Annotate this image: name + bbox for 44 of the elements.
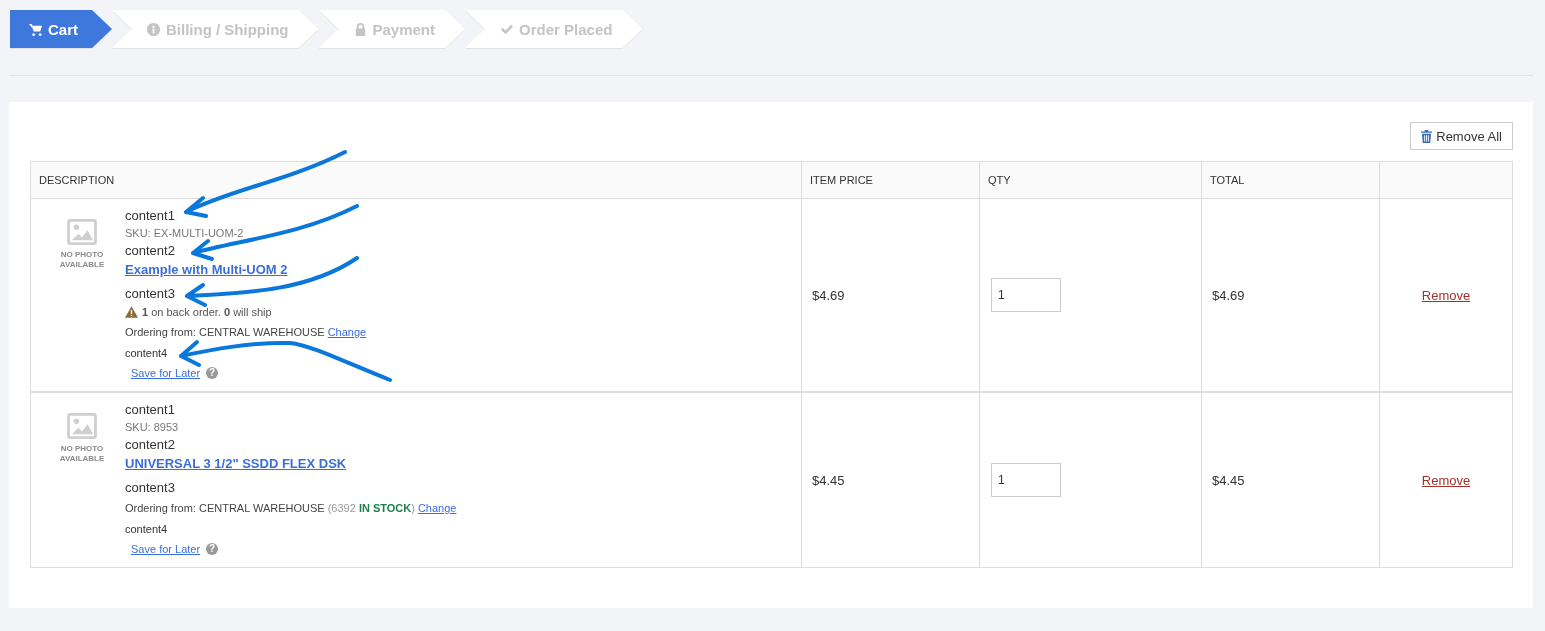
- image-icon: [67, 219, 97, 245]
- trash-icon: [1421, 129, 1433, 143]
- info-icon: [146, 21, 161, 37]
- sku-text: SKU: 8953: [125, 420, 179, 435]
- remove-link[interactable]: Remove: [1421, 287, 1471, 303]
- content-label: content1: [125, 207, 175, 225]
- content-label: content1: [125, 401, 175, 419]
- column-header: DESCRIPTION: [39, 174, 115, 186]
- product-link[interactable]: UNIVERSAL 3 1/2" SSDD FLEX DSK: [125, 454, 347, 474]
- line-total: $4.45: [1212, 472, 1245, 488]
- content-label: content3: [125, 479, 176, 497]
- save-for-later-link[interactable]: Save for Later: [131, 539, 201, 559]
- line-total: $4.69: [1212, 287, 1245, 303]
- content-label: content3: [125, 285, 176, 303]
- content-label: content4: [125, 522, 168, 537]
- backorder-text: 1 on back order. 0 will ship: [142, 305, 272, 320]
- checkout-step-tab[interactable]: Cart: [10, 10, 112, 48]
- change-link[interactable]: Change: [417, 497, 457, 519]
- content-label: content2: [125, 242, 175, 260]
- product-link[interactable]: Example with Multi-UOM 2: [125, 260, 288, 280]
- help-icon[interactable]: ?: [206, 543, 219, 555]
- qty-field[interactable]: 1: [991, 463, 1061, 497]
- remove-all-button[interactable]: Remove All: [1410, 122, 1513, 150]
- sku-text: SKU: EX-MULTI-UOM-2: [125, 226, 244, 241]
- column-header: ITEM PRICE: [810, 174, 873, 186]
- item-price: $4.45: [812, 472, 845, 488]
- stock-text: (6392 IN STOCK): [327, 501, 415, 516]
- content-label: content2: [125, 436, 175, 454]
- no-photo-text: NO PHOTO AVAILABLE: [58, 444, 106, 464]
- remove-link[interactable]: Remove: [1421, 472, 1471, 488]
- help-icon[interactable]: ?: [206, 367, 219, 379]
- item-price: $4.69: [812, 287, 845, 303]
- change-link[interactable]: Change: [327, 321, 367, 343]
- image-icon: [67, 413, 97, 439]
- save-for-later-link[interactable]: Save for Later: [131, 363, 201, 383]
- qty-field[interactable]: 1: [991, 278, 1061, 312]
- column-header: TOTAL: [1210, 174, 1245, 186]
- cart-icon: [28, 21, 43, 37]
- warning-icon: [125, 306, 138, 318]
- column-header: QTY: [988, 174, 1011, 186]
- content-label: content4: [125, 346, 168, 361]
- no-photo-text: NO PHOTO AVAILABLE: [58, 250, 106, 270]
- ordering-from-text: Ordering from: CENTRAL WAREHOUSE: [125, 325, 325, 340]
- ordering-from-text: Ordering from: CENTRAL WAREHOUSE: [125, 501, 325, 516]
